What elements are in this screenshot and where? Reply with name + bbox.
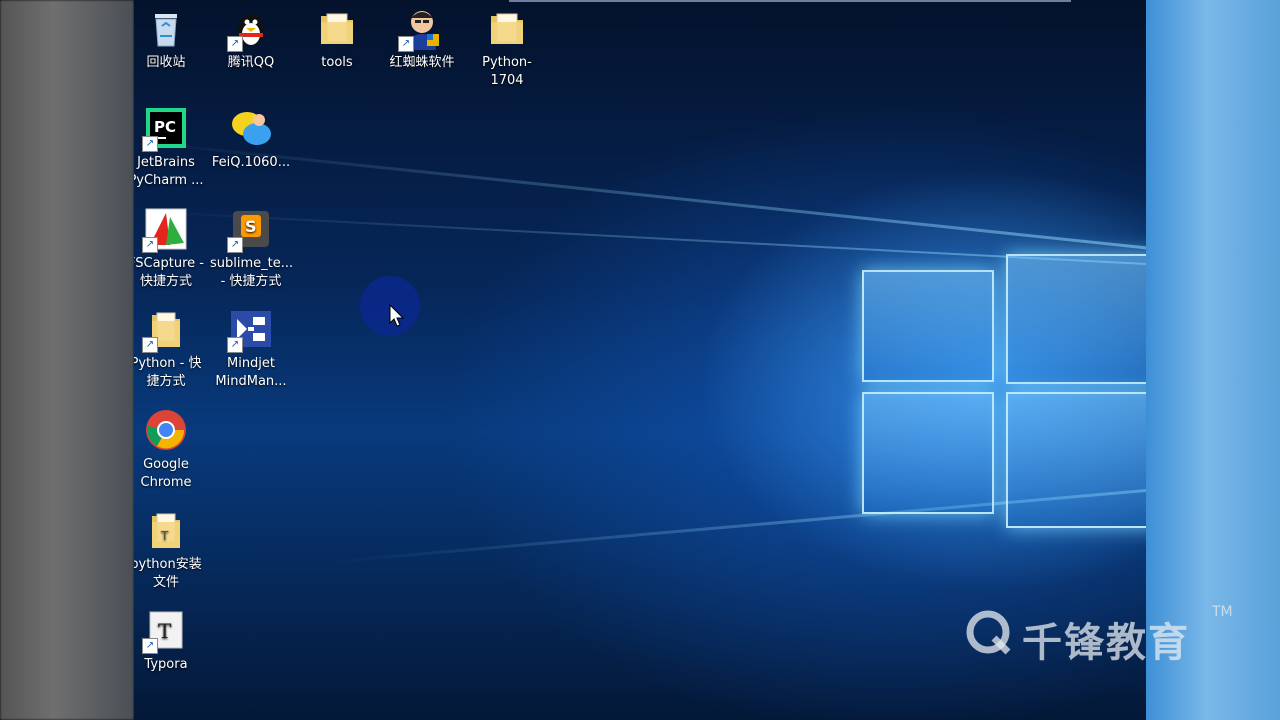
- pycharm-icon: PC ↗: [142, 106, 188, 152]
- windows-logo-pane: [862, 270, 994, 382]
- desktop-icon-python-1704[interactable]: Python-1704: [466, 6, 548, 90]
- desktop-icon-mindmanager[interactable]: ↗ Mindjet MindMan...: [210, 307, 292, 391]
- shortcut-arrow-icon: ↗: [142, 237, 158, 253]
- shortcut-arrow-icon: ↗: [142, 136, 158, 152]
- icon-label: 回收站: [146, 55, 186, 70]
- icon-label: 红蜘蛛软件: [389, 55, 455, 70]
- icon-label: JetBrains PyCharm ...: [134, 155, 204, 188]
- icon-label: Google Chrome: [140, 457, 192, 490]
- blurred-left-margin: [0, 0, 134, 720]
- windows-logo-pane: [862, 392, 994, 514]
- icon-label: Mindjet MindMan...: [215, 356, 287, 389]
- qianfeng-watermark: 千锋教育 TM: [964, 604, 1233, 666]
- icon-label: FeiQ.1060...: [211, 155, 291, 170]
- sublime-text-icon: S ↗: [227, 207, 273, 253]
- typora-icon: T ↗: [142, 608, 188, 654]
- desktop-icon-qq[interactable]: ↗ 腾讯QQ: [210, 6, 292, 72]
- desktop-icon-tools[interactable]: tools: [296, 6, 378, 72]
- folder-icon: [315, 6, 359, 50]
- desktop-icon-pycharm[interactable]: PC ↗ JetBrains PyCharm ...: [134, 106, 207, 190]
- icon-label: 腾讯QQ: [227, 55, 275, 70]
- windows-logo-pane: [1006, 254, 1146, 384]
- icon-label: python安装 文件: [134, 557, 202, 590]
- feiq-chat-icon: [229, 106, 273, 150]
- window-edge-line: [509, 0, 1071, 2]
- mouse-cursor-icon: [389, 303, 405, 328]
- fscapture-icon: ↗: [142, 207, 188, 253]
- shortcut-arrow-icon: ↗: [398, 36, 414, 52]
- desktop-icon-sublime-text[interactable]: S ↗ sublime_te... - 快捷方式: [210, 207, 294, 291]
- trademark-symbol: TM: [1212, 604, 1233, 620]
- desktop-icon-chrome[interactable]: Google Chrome: [134, 408, 207, 492]
- recycle-bin-icon: [144, 6, 188, 50]
- shortcut-arrow-icon: ↗: [227, 337, 243, 353]
- watermark-text: 千锋教育: [1022, 620, 1190, 666]
- icon-label: FSCapture - 快捷方式: [134, 256, 204, 289]
- svg-text:T: T: [160, 529, 169, 543]
- desktop-icon-fscapture[interactable]: ↗ FSCapture - 快捷方式: [134, 207, 207, 291]
- folder-icon: [485, 6, 529, 50]
- file-folder-icon: T: [144, 508, 188, 552]
- red-spider-icon: ↗: [398, 6, 444, 52]
- desktop-icon-feiq[interactable]: FeiQ.1060...: [210, 106, 292, 172]
- shortcut-arrow-icon: ↗: [142, 337, 158, 353]
- shortcut-arrow-icon: ↗: [227, 237, 243, 253]
- shortcut-arrow-icon: ↗: [142, 638, 158, 654]
- svg-text:S: S: [245, 217, 257, 236]
- desktop-icon-python-install-files[interactable]: T python安装 文件: [134, 508, 207, 592]
- icon-label: sublime_te... - 快捷方式: [210, 256, 294, 289]
- desktop-icon-red-spider[interactable]: ↗ 红蜘蛛软件: [381, 6, 463, 72]
- chrome-icon: [144, 408, 188, 452]
- mindmanager-icon: ↗: [227, 307, 273, 353]
- icon-label: Python-1704: [482, 55, 532, 88]
- qq-penguin-icon: ↗: [227, 6, 273, 52]
- windows-logo-pane: [1006, 392, 1146, 528]
- svg-text:T: T: [158, 619, 172, 643]
- desktop-icon-recycle-bin[interactable]: 回收站: [134, 6, 207, 72]
- shortcut-arrow-icon: ↗: [227, 36, 243, 52]
- icon-label: tools: [321, 55, 353, 70]
- icon-label: Typora: [144, 657, 188, 672]
- qianfeng-logo-icon: [966, 610, 1011, 655]
- svg-text:PC: PC: [154, 118, 176, 136]
- desktop-icon-python-shortcut[interactable]: ↗ Python - 快 捷方式: [134, 307, 207, 391]
- icon-label: Python - 快 捷方式: [134, 356, 202, 389]
- folder-shortcut-icon: ↗: [142, 307, 188, 353]
- desktop-icon-typora[interactable]: T ↗ Typora: [134, 608, 207, 674]
